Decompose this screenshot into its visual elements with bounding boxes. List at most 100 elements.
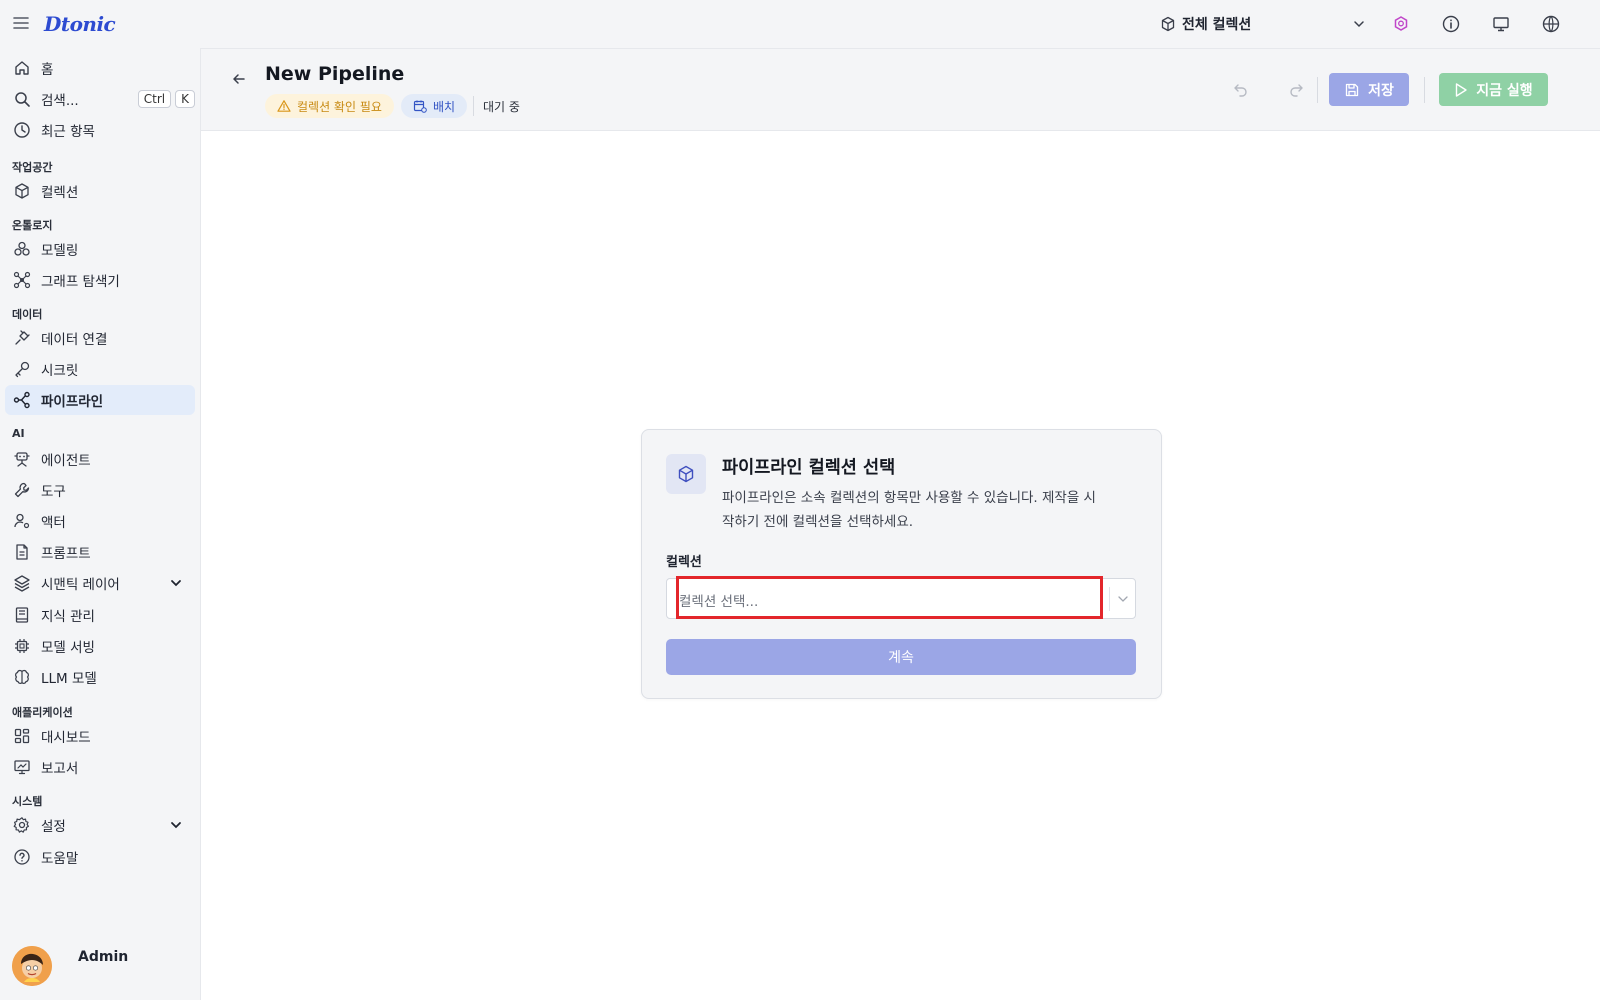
gear-icon: [13, 817, 29, 833]
sparkle-gem-icon[interactable]: [1391, 14, 1411, 34]
redo-icon[interactable]: [1287, 81, 1305, 99]
collection-warning-text: 컬렉션 확인 필요: [297, 99, 382, 114]
avatar-face-icon: [12, 946, 52, 986]
section-label-data: 데이터: [12, 308, 43, 321]
sidebar-item-label: 파이프라인: [41, 394, 104, 410]
sidebar-item-prompt[interactable]: 프롬프트: [5, 537, 195, 567]
cube-icon: [1161, 16, 1175, 32]
sidebar-item-recent[interactable]: 최근 항목: [5, 115, 195, 145]
sidebar-item-label: 액터: [41, 515, 66, 531]
menu-icon[interactable]: [12, 14, 30, 32]
brain-icon: [15, 669, 29, 684]
divider: [1424, 77, 1425, 103]
home-icon: [15, 61, 29, 75]
collection-warning-badge: 컬렉션 확인 필요: [265, 94, 394, 118]
chevron-down-icon: [1354, 21, 1364, 28]
status-text: 대기 중: [483, 100, 520, 114]
divider: [473, 96, 474, 116]
sidebar-item-home[interactable]: 홈: [5, 53, 195, 83]
sidebar-item-actor[interactable]: 액터: [5, 506, 195, 536]
chip-icon: [15, 639, 29, 653]
layers-icon: [14, 575, 30, 592]
clock-icon: [14, 122, 30, 138]
app-logo[interactable]: Dtonic: [44, 12, 116, 36]
divider: [1317, 77, 1318, 103]
sidebar-item-label: 도움말: [41, 851, 79, 867]
collection-switcher[interactable]: 전체 컬렉션: [1160, 10, 1366, 38]
kbd-k: K: [175, 90, 195, 108]
sidebar-item-pipeline[interactable]: 파이프라인: [5, 385, 195, 415]
sidebar-item-label: 시크릿: [41, 363, 79, 379]
sidebar-item-settings[interactable]: 설정: [5, 810, 195, 840]
batch-badge-text: 배치: [433, 99, 456, 114]
sidebar-item-label: 시맨틱 레이어: [41, 577, 120, 593]
sidebar-item-label: 설정: [41, 819, 66, 835]
sidebar: 홈 검색... Ctrl K 최근 항목 작업공간 컬렉션 온톨로지 모델링 그…: [0, 48, 200, 1000]
sidebar-item-help[interactable]: 도움말: [5, 842, 195, 872]
sidebar-item-knowledge[interactable]: 지식 관리: [5, 600, 195, 630]
book-icon: [15, 607, 29, 623]
sidebar-item-graph-explorer[interactable]: 그래프 탐색기: [5, 265, 195, 295]
sidebar-item-data-connection[interactable]: 데이터 연결: [5, 323, 195, 353]
sidebar-item-label: 검색...: [41, 93, 79, 109]
sidebar-item-secret[interactable]: 시크릿: [5, 354, 195, 384]
sidebar-item-search[interactable]: 검색... Ctrl K: [5, 84, 195, 114]
section-label-workspace: 작업공간: [12, 161, 53, 174]
arrow-left-icon[interactable]: [229, 69, 249, 89]
section-label-ontology: 온톨로지: [12, 219, 53, 232]
chevron-down-icon: [171, 580, 181, 587]
top-bar: Dtonic 전체 컬렉션: [0, 0, 1600, 48]
dialog-title: 파이프라인 컬렉션 선택: [722, 458, 896, 478]
cube-icon-box: [666, 454, 706, 494]
monitor-icon[interactable]: [1491, 14, 1511, 34]
sidebar-item-llm-model[interactable]: LLM 모델: [5, 662, 195, 692]
calendar-clock-icon: [413, 100, 427, 113]
info-icon[interactable]: [1441, 14, 1461, 34]
robot-icon: [14, 452, 30, 467]
run-now-button[interactable]: 지금 실행: [1439, 73, 1548, 106]
chevron-down-icon: [171, 822, 181, 829]
plug-icon: [15, 330, 30, 345]
presentation-icon: [14, 760, 30, 775]
sidebar-item-collection[interactable]: 컬렉션: [5, 176, 195, 206]
continue-button[interactable]: 계속: [666, 639, 1136, 675]
page-title: New Pipeline: [265, 63, 405, 85]
sidebar-item-modeling[interactable]: 모델링: [5, 234, 195, 264]
globe-icon[interactable]: [1541, 14, 1561, 34]
section-label-ai: AI: [12, 427, 25, 440]
collection-select[interactable]: 컬렉션 선택...: [666, 578, 1136, 619]
section-label-apps: 애플리케이션: [12, 706, 73, 719]
pipeline-icon: [13, 391, 30, 409]
collection-select-placeholder: 컬렉션 선택...: [679, 594, 759, 610]
sidebar-item-label: LLM 모델: [41, 671, 97, 687]
graph-nodes-icon: [13, 271, 31, 289]
sidebar-item-label: 에이전트: [41, 453, 91, 469]
sidebar-item-semantic-layer[interactable]: 시맨틱 레이어: [5, 568, 195, 598]
sidebar-item-label: 프롬프트: [41, 546, 91, 562]
sidebar-item-label: 컬렉션: [41, 185, 79, 201]
section-label-system: 시스템: [12, 795, 43, 808]
sidebar-item-label: 그래프 탐색기: [41, 274, 120, 290]
batch-badge[interactable]: 배치: [401, 94, 468, 118]
help-circle-icon: [14, 849, 30, 865]
collection-select-dialog: 파이프라인 컬렉션 선택 파이프라인은 소속 컬렉션의 항목만 사용할 수 있습…: [641, 429, 1162, 699]
avatar: [12, 946, 52, 986]
sidebar-item-dashboard[interactable]: 대시보드: [5, 721, 195, 751]
wrench-icon: [14, 482, 30, 498]
document-icon: [16, 544, 28, 560]
undo-icon[interactable]: [1232, 81, 1250, 99]
key-icon: [15, 361, 30, 378]
user-name: Admin: [78, 949, 129, 965]
sidebar-item-label: 보고서: [41, 761, 79, 777]
sidebar-item-label: 모델 서빙: [41, 640, 95, 656]
user-profile[interactable]: Admin: [12, 946, 128, 986]
sidebar-item-report[interactable]: 보고서: [5, 752, 195, 782]
save-icon: [1345, 83, 1359, 96]
shapes-icon: [14, 241, 30, 256]
sidebar-item-tool[interactable]: 도구: [5, 475, 195, 505]
sidebar-item-label: 홈: [41, 62, 54, 78]
sidebar-item-model-serving[interactable]: 모델 서빙: [5, 631, 195, 661]
sidebar-item-label: 모델링: [41, 243, 79, 259]
sidebar-item-agent[interactable]: 에이전트: [5, 444, 195, 474]
save-button[interactable]: 저장: [1329, 73, 1409, 106]
